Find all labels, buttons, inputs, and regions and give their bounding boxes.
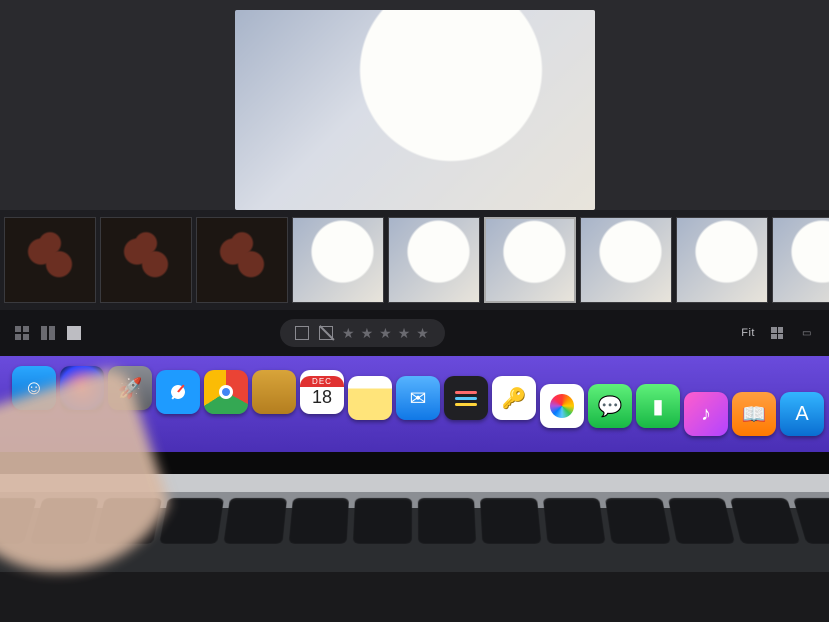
compare-view-icon[interactable] [40,325,56,341]
dock-app-terminal[interactable]: 🔑 [492,376,536,420]
thumbnail[interactable] [196,217,288,303]
thumbnail[interactable] [484,217,576,303]
dock-app-notes[interactable] [348,376,392,420]
grid-view-icon[interactable] [14,325,30,341]
single-view-icon[interactable] [66,325,82,341]
view-mode-group [14,325,82,341]
hero-photo[interactable] [235,10,595,210]
calendar-day: 18 [312,387,332,408]
filmstrip [0,210,829,310]
flag-pick-icon[interactable] [294,325,310,341]
editor-canvas [0,0,829,210]
dock-app-reminders[interactable] [444,376,488,420]
thumbnail[interactable] [676,217,768,303]
star-icon[interactable]: ★ [416,325,431,342]
thumbnail[interactable] [388,217,480,303]
star-icon[interactable]: ★ [361,325,376,342]
dock-app-mail[interactable]: ✉ [396,376,440,420]
star-icon[interactable]: ★ [398,325,413,342]
star-icon[interactable]: ★ [342,325,357,342]
dock-app-folder[interactable] [252,370,296,414]
dock-app-chrome[interactable] [204,370,248,414]
thumbnail[interactable] [100,217,192,303]
dock-app-photos[interactable] [540,384,584,428]
flag-rating-pill: ★★★★★ [280,319,445,347]
calendar-month: DEC [300,376,344,387]
thumbnail[interactable] [580,217,672,303]
star-icon[interactable]: ★ [379,325,394,342]
dock-app-appstore[interactable]: A [780,392,824,436]
dock-app-ibooks[interactable]: 📖 [732,392,776,436]
zoom-1to1-icon[interactable]: ▭ [799,325,815,341]
dock-app-itunes[interactable]: ♪ [684,392,728,436]
dock-app-calendar[interactable]: DEC18 [300,370,344,414]
flag-reject-icon[interactable] [318,325,334,341]
dock-app-messages[interactable]: 💬 [588,384,632,428]
thumbnail[interactable] [292,217,384,303]
zoom-group: Fit ▭ [741,310,815,356]
dock-app-facetime[interactable]: ▮ [636,384,680,428]
zoom-grid-icon[interactable] [769,325,785,341]
thumbnail[interactable] [4,217,96,303]
bottom-toolbar: ★★★★★ Fit ▭ [0,310,829,356]
star-rating: ★★★★★ [342,325,431,342]
fit-button[interactable]: Fit [741,327,755,339]
thumbnail[interactable] [772,217,829,303]
dock-app-safari[interactable] [156,370,200,414]
